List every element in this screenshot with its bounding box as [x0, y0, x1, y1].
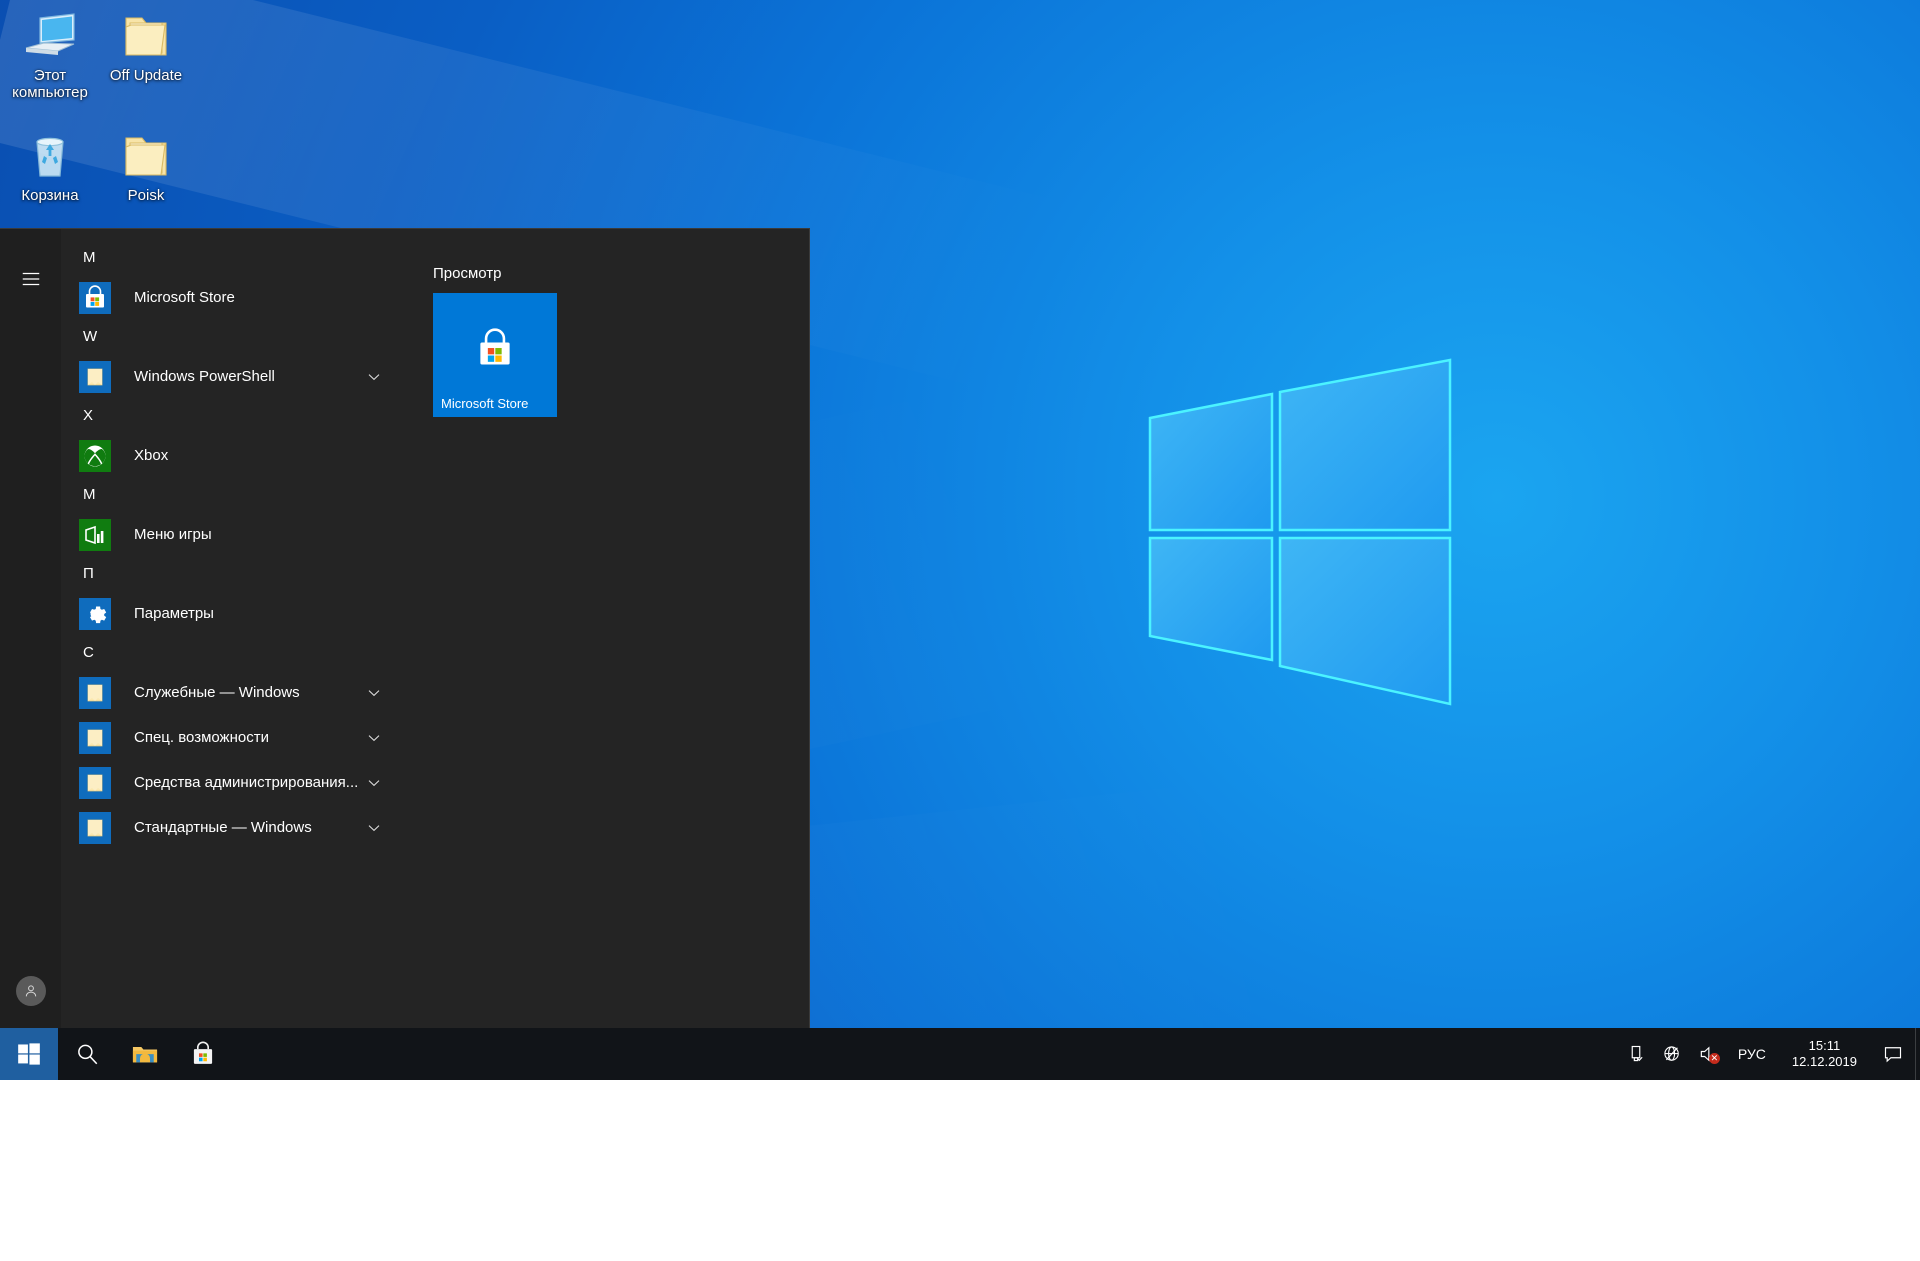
taskbar: ✕ РУС 15:11 12.12.2019 — [0, 1028, 1920, 1080]
show-desktop-button[interactable] — [1915, 1028, 1916, 1080]
app-list-item[interactable]: Стандартные — Windows — [61, 805, 405, 850]
app-list-item-label: Служебные — Windows — [134, 684, 300, 701]
rail-item-user[interactable] — [0, 961, 61, 1021]
desktop-icon-this-pc[interactable]: Этот компьютер — [0, 8, 100, 101]
app-list-letter-header[interactable]: X — [61, 399, 405, 433]
tray-time: 15:11 — [1809, 1038, 1841, 1054]
rail-item-pictures[interactable] — [0, 1081, 61, 1141]
chevron-down-icon[interactable] — [367, 370, 381, 384]
notification-icon — [1883, 1044, 1903, 1064]
desktop-icon-label: Poisk — [96, 187, 196, 204]
windows-logo-icon — [16, 1041, 42, 1067]
folder-icon — [132, 1041, 158, 1067]
app-list-letter-header[interactable]: П — [61, 557, 405, 591]
store-button[interactable] — [174, 1028, 232, 1080]
store-icon — [190, 1041, 216, 1067]
app-list-item[interactable]: Windows PowerShell — [61, 354, 405, 399]
app-list-item-label: Параметры — [134, 605, 214, 622]
folder-icon — [96, 128, 196, 184]
tile-list: Microsoft Store — [433, 293, 809, 417]
folder-tile-icon — [79, 722, 111, 754]
start-app-list[interactable]: M Microsoft Store W Windows PowerShell X Xbox… — [61, 229, 405, 1028]
hamburger-menu-button[interactable] — [0, 249, 61, 309]
app-list-item-label: Windows PowerShell — [134, 368, 275, 385]
search-button[interactable] — [58, 1028, 116, 1080]
store-icon — [469, 323, 521, 375]
tray-clock[interactable]: 15:11 12.12.2019 — [1778, 1028, 1871, 1080]
tile-label: Microsoft Store — [441, 396, 528, 411]
file-explorer-button[interactable] — [116, 1028, 174, 1080]
app-list-item[interactable]: Служебные — Windows — [61, 670, 405, 715]
computer-icon — [0, 8, 100, 64]
network-off-icon — [1662, 1044, 1682, 1064]
desktop-icon-label: Корзина — [0, 187, 100, 204]
search-icon — [74, 1041, 100, 1067]
tray-language-label: РУС — [1738, 1046, 1766, 1062]
chevron-down-icon[interactable] — [367, 821, 381, 835]
app-list-item-label: Microsoft Store — [134, 289, 235, 306]
folder-tile-icon — [79, 361, 111, 393]
desktop-icon-recycle-bin[interactable]: Корзина — [0, 128, 100, 204]
system-tray: ✕ РУС 15:11 12.12.2019 — [1618, 1028, 1920, 1080]
folder-tile-icon — [79, 677, 111, 709]
app-list-item[interactable]: Microsoft Store — [61, 275, 405, 320]
app-list-item-label: Меню игры — [134, 526, 212, 543]
app-list-letter-header[interactable]: С — [61, 636, 405, 670]
app-list-item-label: Средства администрирования... — [134, 774, 358, 791]
app-list-item[interactable]: Спец. возможности — [61, 715, 405, 760]
picture-icon — [20, 1100, 42, 1122]
gear-icon — [20, 1160, 42, 1182]
folder-tile-icon — [79, 812, 111, 844]
avatar — [16, 976, 46, 1006]
rail-item-power[interactable] — [0, 1201, 61, 1261]
app-list-letter-header[interactable]: W — [61, 320, 405, 354]
hamburger-icon — [20, 268, 42, 290]
settings-tile-icon — [79, 598, 111, 630]
tray-date: 12.12.2019 — [1792, 1054, 1857, 1070]
start-left-rail — [0, 229, 61, 1028]
start-tiles-area: Просмотр Microsoft Store — [405, 229, 809, 1028]
recycle-bin-icon — [0, 128, 100, 184]
store-icon — [79, 282, 111, 314]
tile-microsoft-store[interactable]: Microsoft Store — [433, 293, 557, 417]
tray-usb-button[interactable] — [1618, 1028, 1654, 1080]
tray-network-button[interactable] — [1654, 1028, 1690, 1080]
app-list-item[interactable]: Средства администрирования... — [61, 760, 405, 805]
action-center-button[interactable] — [1871, 1028, 1915, 1080]
xbox-icon — [79, 440, 111, 472]
desktop-icon-poisk[interactable]: Poisk — [96, 128, 196, 204]
app-list-letter-header[interactable]: M — [61, 241, 405, 275]
app-list-letter-header[interactable]: М — [61, 478, 405, 512]
desktop-icon-label: Этот компьютер — [0, 67, 100, 101]
app-list-item[interactable]: Параметры — [61, 591, 405, 636]
power-icon — [20, 1220, 42, 1242]
start-button[interactable] — [0, 1028, 58, 1080]
windows-hero-logo — [1150, 360, 1570, 760]
chevron-down-icon[interactable] — [367, 686, 381, 700]
folder-icon — [96, 8, 196, 64]
start-menu: M Microsoft Store W Windows PowerShell X Xbox… — [0, 228, 810, 1028]
app-list-item-label: Xbox — [134, 447, 168, 464]
app-list-item-label: Стандартные — Windows — [134, 819, 312, 836]
rail-item-settings[interactable] — [0, 1141, 61, 1201]
app-list-item[interactable]: Меню игры — [61, 512, 405, 557]
desktop-icon-off-update[interactable]: Off Update — [96, 8, 196, 84]
app-list-item[interactable]: Xbox — [61, 433, 405, 478]
gamebar-icon — [79, 519, 111, 551]
chevron-down-icon[interactable] — [367, 731, 381, 745]
volume-mute-badge: ✕ — [1709, 1053, 1720, 1064]
tray-language-button[interactable]: РУС — [1726, 1028, 1778, 1080]
tray-volume-button[interactable]: ✕ — [1690, 1028, 1726, 1080]
usb-eject-icon — [1626, 1044, 1646, 1064]
app-list-item-label: Спец. возможности — [134, 729, 269, 746]
desktop-icon-label: Off Update — [96, 67, 196, 84]
folder-tile-icon — [79, 767, 111, 799]
chevron-down-icon[interactable] — [367, 776, 381, 790]
tile-group-title: Просмотр — [433, 265, 809, 282]
user-icon — [23, 983, 39, 999]
